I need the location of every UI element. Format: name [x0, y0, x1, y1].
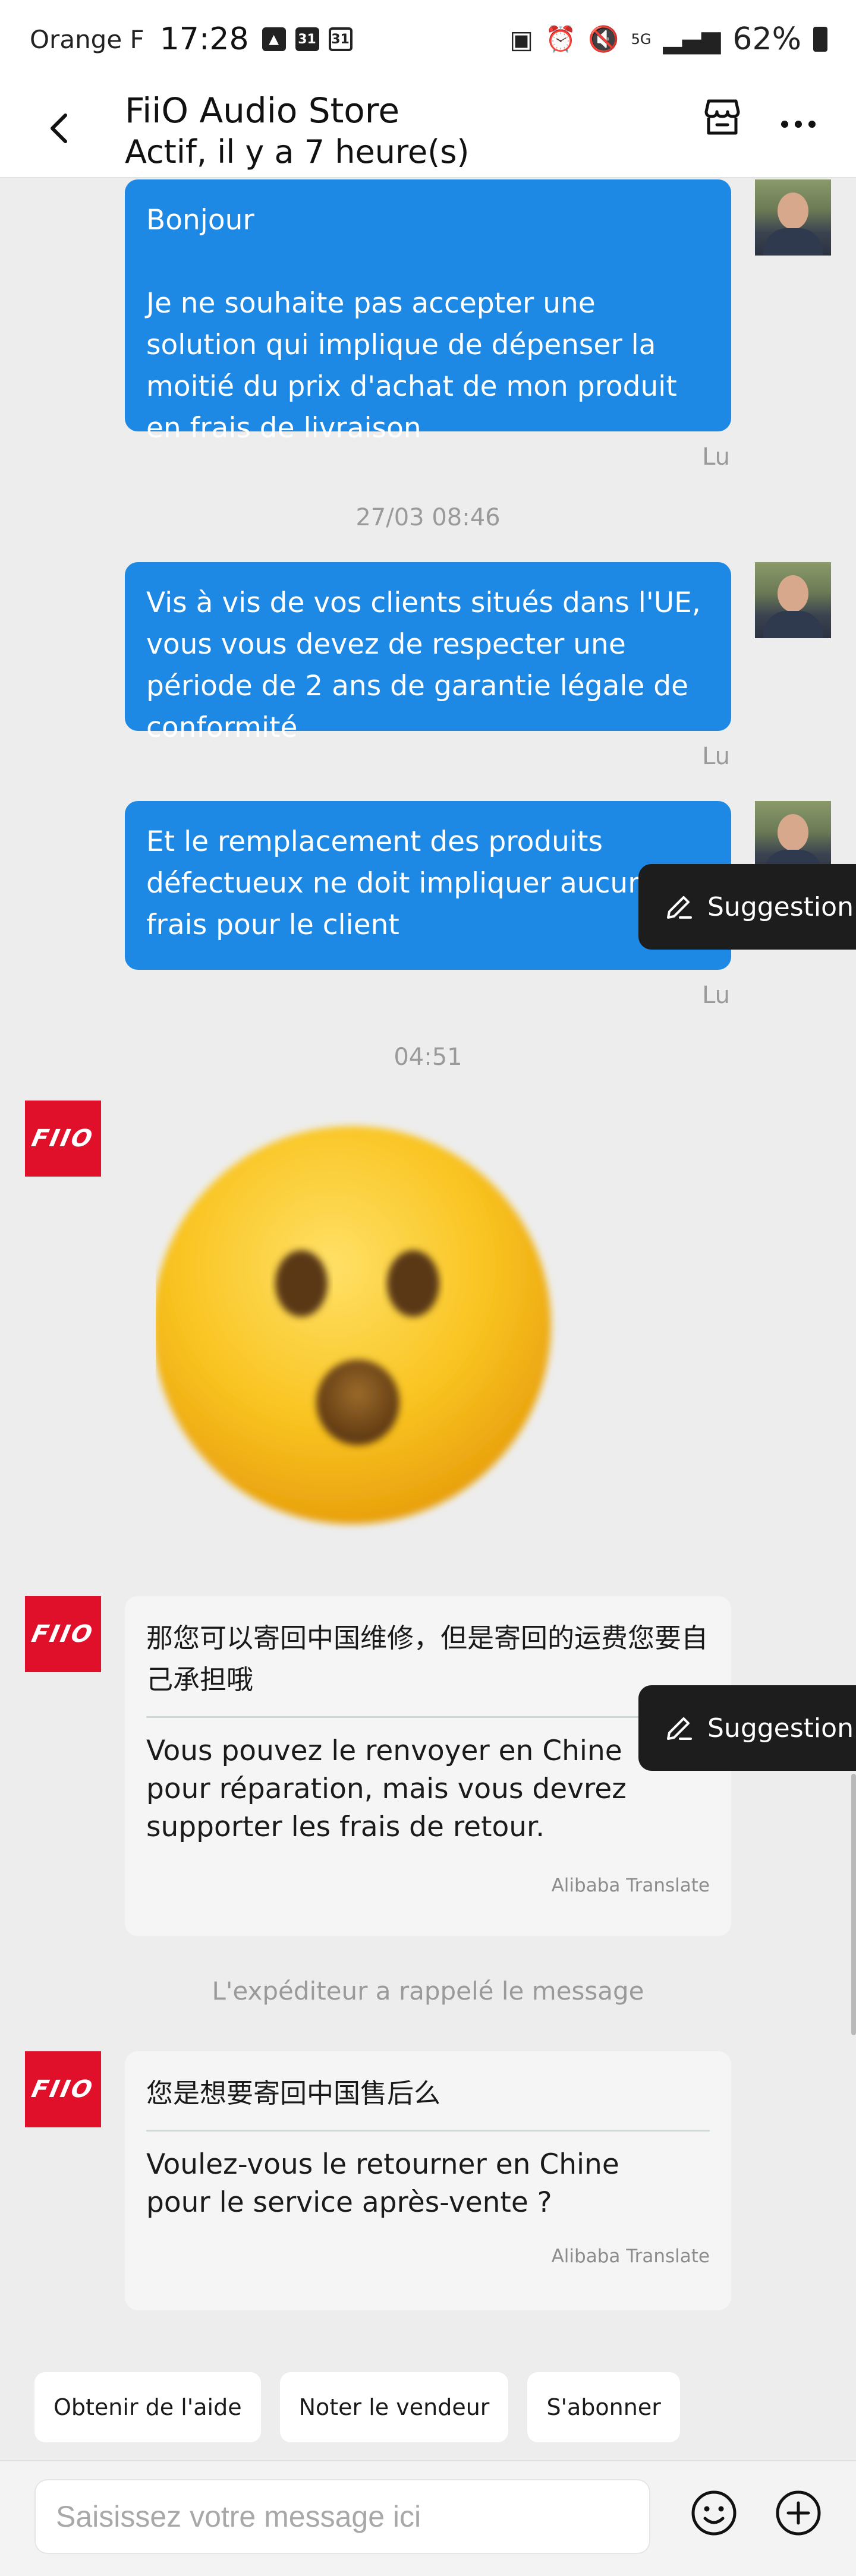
battery-icon — [813, 27, 827, 52]
scrollbar-thumb[interactable] — [851, 1774, 856, 2035]
translation-source: Alibaba Translate — [551, 1875, 710, 1896]
message-text: Vis à vis de vos clients situés dans l'U… — [146, 587, 701, 744]
suggestion-label: Suggestion — [707, 1713, 854, 1743]
quick-actions: Obtenir de l'aide Noter le vendeur S'abo… — [34, 2372, 680, 2442]
shop-logo: FIIO — [29, 1620, 97, 1648]
message-input[interactable] — [34, 2479, 650, 2554]
original-text: 您是想要寄回中国售后么 — [146, 2077, 441, 2109]
shop-logo: FIIO — [29, 1125, 97, 1152]
store-icon[interactable] — [700, 95, 744, 139]
chevron-left-icon — [51, 113, 67, 143]
original-text: 那您可以寄回中国维修，但是寄回的运费您要自己承担哦 — [146, 1622, 709, 1695]
suggestion-label: Suggestion — [707, 891, 854, 922]
read-receipt: Lu — [702, 743, 730, 770]
message-text: Je ne souhaite pas accepter une solution… — [146, 287, 677, 444]
chat-header: FiiO Audio Store Actif, il y a 7 heure(s… — [0, 78, 856, 178]
message-text: Et le remplacement des produits défectue… — [146, 825, 646, 941]
suggestion-button[interactable]: Suggestion — [638, 864, 856, 950]
subscribe-button[interactable]: S'abonner — [527, 2372, 680, 2442]
smiley-icon[interactable] — [690, 2489, 738, 2537]
pencil-icon — [667, 1717, 692, 1740]
message-text: Bonjour — [146, 204, 254, 237]
time-separator: 04:51 — [394, 1043, 462, 1071]
read-receipt: Lu — [702, 982, 730, 1009]
more-options-button[interactable] — [776, 102, 820, 146]
shop-logo: FIIO — [29, 2076, 97, 2103]
shop-avatar[interactable]: FIIO — [25, 1596, 101, 1672]
plus-circle-icon[interactable] — [774, 2489, 823, 2537]
shop-avatar[interactable]: FIIO — [25, 1101, 101, 1177]
outgoing-message[interactable]: Vis à vis de vos clients situés dans l'U… — [125, 562, 731, 744]
shop-avatar[interactable]: FIIO — [25, 2051, 101, 2127]
system-icons: ▣ ⏰ 🔇 5G ▂▄▆ 62% — [509, 21, 827, 57]
translated-text: Vous pouvez le renvoyer en Chine pour ré… — [146, 1735, 627, 1843]
translation-divider — [146, 2130, 710, 2132]
back-button[interactable] — [36, 105, 83, 152]
store-activity-status: Actif, il y a 7 heure(s) — [125, 133, 470, 171]
battery-percent: 62% — [732, 21, 801, 57]
calendar-outline-icon: 31 — [328, 27, 353, 51]
more-horizontal-icon — [781, 121, 816, 128]
mute-icon: 🔇 — [588, 24, 619, 53]
calendar-icon: 31 — [295, 27, 319, 51]
translation-source: Alibaba Translate — [551, 2246, 710, 2267]
recalled-message-notice: L'expéditeur a rappelé le message — [212, 1976, 644, 2006]
clock: 17:28 — [159, 21, 249, 57]
signal-icon: ▂▄▆ — [663, 24, 721, 54]
suggestion-button[interactable]: Suggestion — [638, 1685, 856, 1771]
user-avatar[interactable] — [755, 562, 831, 638]
pencil-icon — [667, 896, 692, 919]
carrier-label: Orange F — [30, 24, 144, 54]
incoming-message[interactable]: 您是想要寄回中国售后么 Voulez-vous le retourner en … — [125, 2051, 731, 2310]
network-type: 5G — [631, 31, 652, 48]
translated-text: Voulez-vous le retourner en Chine pour l… — [146, 2148, 619, 2219]
incoming-message[interactable]: 那您可以寄回中国维修，但是寄回的运费您要自己承担哦 Vous pouvez le… — [125, 1596, 731, 1936]
read-receipt: Lu — [702, 443, 730, 471]
store-name: FiiO Audio Store — [125, 90, 400, 131]
alarm-icon: ⏰ — [545, 24, 577, 53]
battery-saver-icon: ▣ — [509, 24, 534, 54]
rate-seller-button[interactable]: Noter le vendeur — [279, 2372, 509, 2442]
user-avatar[interactable] — [755, 179, 831, 256]
gallery-icon: ▲ — [262, 27, 286, 51]
status-bar: Orange F 17:28 ▲ 31 31 ▣ ⏰ 🔇 5G ▂▄▆ 62% — [0, 0, 856, 78]
outgoing-message[interactable]: Bonjour Je ne souhaite pas accepter une … — [125, 179, 731, 444]
get-help-button[interactable]: Obtenir de l'aide — [34, 2372, 261, 2442]
shocked-face-emoji-sticker[interactable] — [156, 1117, 560, 1533]
translation-divider — [146, 1716, 710, 1718]
notification-icons: ▲ 31 31 — [262, 27, 353, 51]
time-separator: 27/03 08:46 — [355, 504, 501, 531]
message-composer — [0, 2460, 856, 2576]
